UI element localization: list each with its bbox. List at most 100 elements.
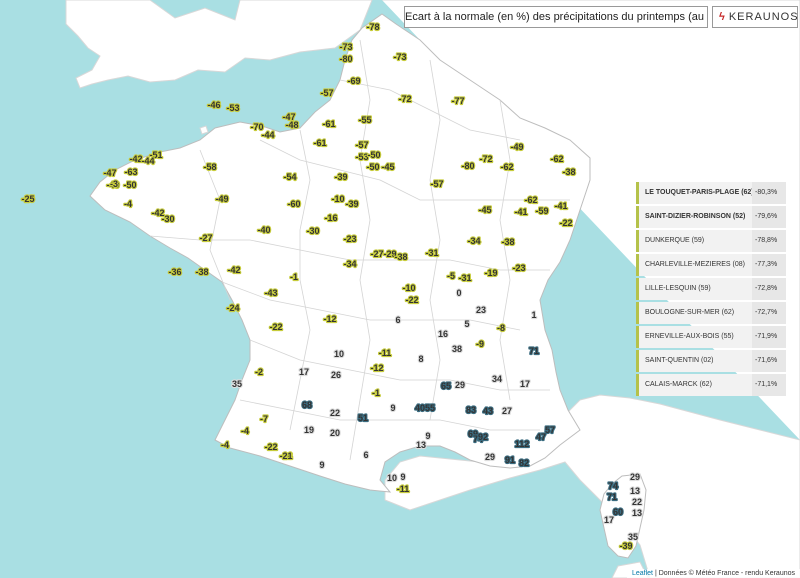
map-value-label: -50 — [366, 162, 379, 172]
lightning-icon: ϟ — [719, 11, 726, 23]
map-value-label: 60 — [613, 507, 623, 517]
map-value-label: 43 — [483, 406, 493, 416]
ranking-value: -80,3% — [752, 182, 786, 204]
map-value-label: -50 — [367, 150, 380, 160]
map-value-label: -69 — [347, 76, 360, 86]
ranking-row[interactable]: SAINT-QUENTIN (02) -71,6% — [636, 350, 786, 372]
map-value-label: 71 — [607, 492, 617, 502]
map-value-label: 16 — [438, 329, 448, 339]
map-value-label: 35 — [232, 379, 242, 389]
map-value-label: -39 — [334, 172, 347, 182]
map-value-label: -41 — [514, 207, 527, 217]
map-value-label: 34 — [492, 374, 502, 384]
map-value-label: -72 — [479, 154, 492, 164]
map-value-label: -80 — [461, 161, 474, 171]
map-value-label: 22 — [632, 497, 642, 507]
ranking-value: -77,3% — [752, 254, 786, 276]
map-value-label: -44 — [261, 130, 274, 140]
map-value-label: -73 — [339, 42, 352, 52]
ranking-value: -72,8% — [752, 278, 786, 300]
map-value-label: 83 — [466, 405, 476, 415]
map-value-label: -34 — [343, 259, 356, 269]
map-value-label: -72 — [398, 94, 411, 104]
ranking-station: LILLE-LESQUIN (59) — [645, 285, 711, 292]
leaflet-link[interactable]: Leaflet — [632, 570, 653, 577]
ranking-row[interactable]: CALAIS-MARCK (62) -71,1% — [636, 374, 786, 396]
map-value-label: -38 — [394, 252, 407, 262]
map-value-label: 17 — [520, 379, 530, 389]
map-value-label: -30 — [306, 226, 319, 236]
map-value-label: -49 — [215, 194, 228, 204]
map-value-label: -62 — [524, 195, 537, 205]
map-value-label: -24 — [226, 303, 239, 313]
map-value-label: -57 — [430, 179, 443, 189]
ranking-row[interactable]: DUNKERQUE (59) -78,8% — [636, 230, 786, 252]
map-value-label: -12 — [370, 363, 383, 373]
map-value-label: -60 — [287, 199, 300, 209]
map-value-label: -38 — [195, 267, 208, 277]
map-value-label: 27 — [502, 406, 512, 416]
map-value-label: -31 — [458, 273, 471, 283]
brand-logo[interactable]: ϟ KERAUNOS — [712, 6, 798, 28]
map-value-label: -42 — [227, 265, 240, 275]
ranking-row[interactable]: LE TOUQUET-PARIS-PLAGE (62) -80,3% — [636, 182, 786, 204]
map-value-label: 51 — [358, 413, 368, 423]
map-value-label: 1 — [531, 310, 536, 320]
ranking-value: -72,7% — [752, 302, 786, 324]
map-value-label: -55 — [358, 115, 371, 125]
map-value-label: -2 — [255, 367, 263, 377]
map-value-label: -73 — [393, 52, 406, 62]
map-value-label: 8 — [418, 354, 423, 364]
map-value-label: 26 — [331, 370, 341, 380]
map-value-label: 9 — [390, 403, 395, 413]
map-value-label: 6 — [363, 450, 368, 460]
map-value-label: -4 — [241, 426, 249, 436]
map-value-label: 9 — [425, 431, 430, 441]
ranking-row[interactable]: CHARLEVILLE-MEZIERES (08) -77,3% — [636, 254, 786, 276]
map-value-label: 29 — [455, 380, 465, 390]
map-value-label: -36 — [168, 267, 181, 277]
map-value-label: -31 — [425, 248, 438, 258]
map-value-label: -10 — [331, 194, 344, 204]
ranking-station: DUNKERQUE (59) — [645, 237, 705, 244]
map-value-label: 22 — [330, 408, 340, 418]
map-value-label: 13 — [632, 508, 642, 518]
map-value-label: -4 — [124, 199, 132, 209]
map-value-label: -12 — [323, 314, 336, 324]
map-title: Ecart à la normale (en %) des précipitat… — [404, 6, 708, 28]
map-value-label: 6 — [395, 315, 400, 325]
map-value-label: -38 — [501, 237, 514, 247]
ranking-row[interactable]: SAINT-DIZIER-ROBINSON (52) -79,6% — [636, 206, 786, 228]
ranking-station: CALAIS-MARCK (62) — [645, 381, 712, 388]
map-value-label: 13 — [416, 440, 426, 450]
map-value-label: 4055 — [415, 403, 435, 413]
ranking-value: -71,9% — [752, 326, 786, 348]
map-value-label: -62 — [500, 162, 513, 172]
ranking-row[interactable]: ERNEVILLE-AUX-BOIS (55) -71,9% — [636, 326, 786, 348]
map-value-label: -27 — [370, 249, 383, 259]
map-value-label: -43 — [264, 288, 277, 298]
map-value-label: 82 — [519, 458, 529, 468]
map-value-label: -3 — [110, 179, 118, 189]
map-value-label: -45 — [478, 205, 491, 215]
map-value-label: -45 — [381, 162, 394, 172]
map-value-label: -53 — [226, 103, 239, 113]
map-value-label: -27 — [199, 233, 212, 243]
map-value-label: 74 — [608, 481, 618, 491]
ranking-row[interactable]: LILLE-LESQUIN (59) -72,8% — [636, 278, 786, 300]
map-value-label: -21 — [279, 451, 292, 461]
map-value-label: -7 — [260, 414, 268, 424]
map-value-label: 92 — [478, 432, 488, 442]
map-value-label: -77 — [451, 96, 464, 106]
map-value-label: 20 — [330, 428, 340, 438]
map-value-label: 9 — [319, 460, 324, 470]
ranking-value: -78,8% — [752, 230, 786, 252]
map-value-label: -22 — [264, 442, 277, 452]
map-value-label: 91 — [505, 455, 515, 465]
ranking-row[interactable]: BOULOGNE-SUR-MER (62) -72,7% — [636, 302, 786, 324]
map-value-label: -49 — [510, 142, 523, 152]
ranking-station: SAINT-DIZIER-ROBINSON (52) — [645, 213, 746, 220]
map-value-label: -22 — [559, 218, 572, 228]
map-value-label: 29 — [630, 472, 640, 482]
channel-islands — [199, 125, 209, 135]
